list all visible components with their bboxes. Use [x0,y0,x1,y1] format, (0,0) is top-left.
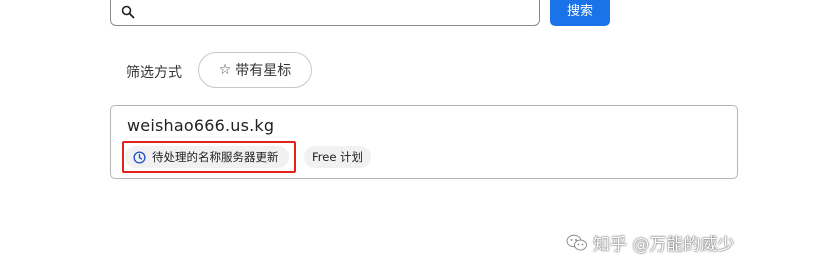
star-outline-icon: ☆ [218,62,232,78]
clock-icon [133,150,146,164]
search-button[interactable]: 搜索 [550,0,610,26]
domain-name[interactable]: weishao666.us.kg [127,116,274,135]
filter-label: 筛选方式 [126,65,182,81]
search-input[interactable] [143,0,527,23]
starred-filter-chip[interactable]: ☆ 带有星标 [198,52,312,88]
search-box[interactable] [110,0,540,26]
search-icon [121,4,135,19]
watermark: 知乎 @万能的威少 [566,230,734,255]
watermark-text: 知乎 @万能的威少 [593,235,735,255]
wechat-icon [566,234,588,252]
status-badge: 待处理的名称服务器更新 [125,146,289,168]
plan-badge: Free 计划 [304,146,372,168]
domain-card[interactable]: weishao666.us.kg 待处理的名称服务器更新 Free 计划 [110,105,738,179]
starred-chip-label: 带有星标 [235,63,292,79]
status-text: 待处理的名称服务器更新 [152,150,279,164]
